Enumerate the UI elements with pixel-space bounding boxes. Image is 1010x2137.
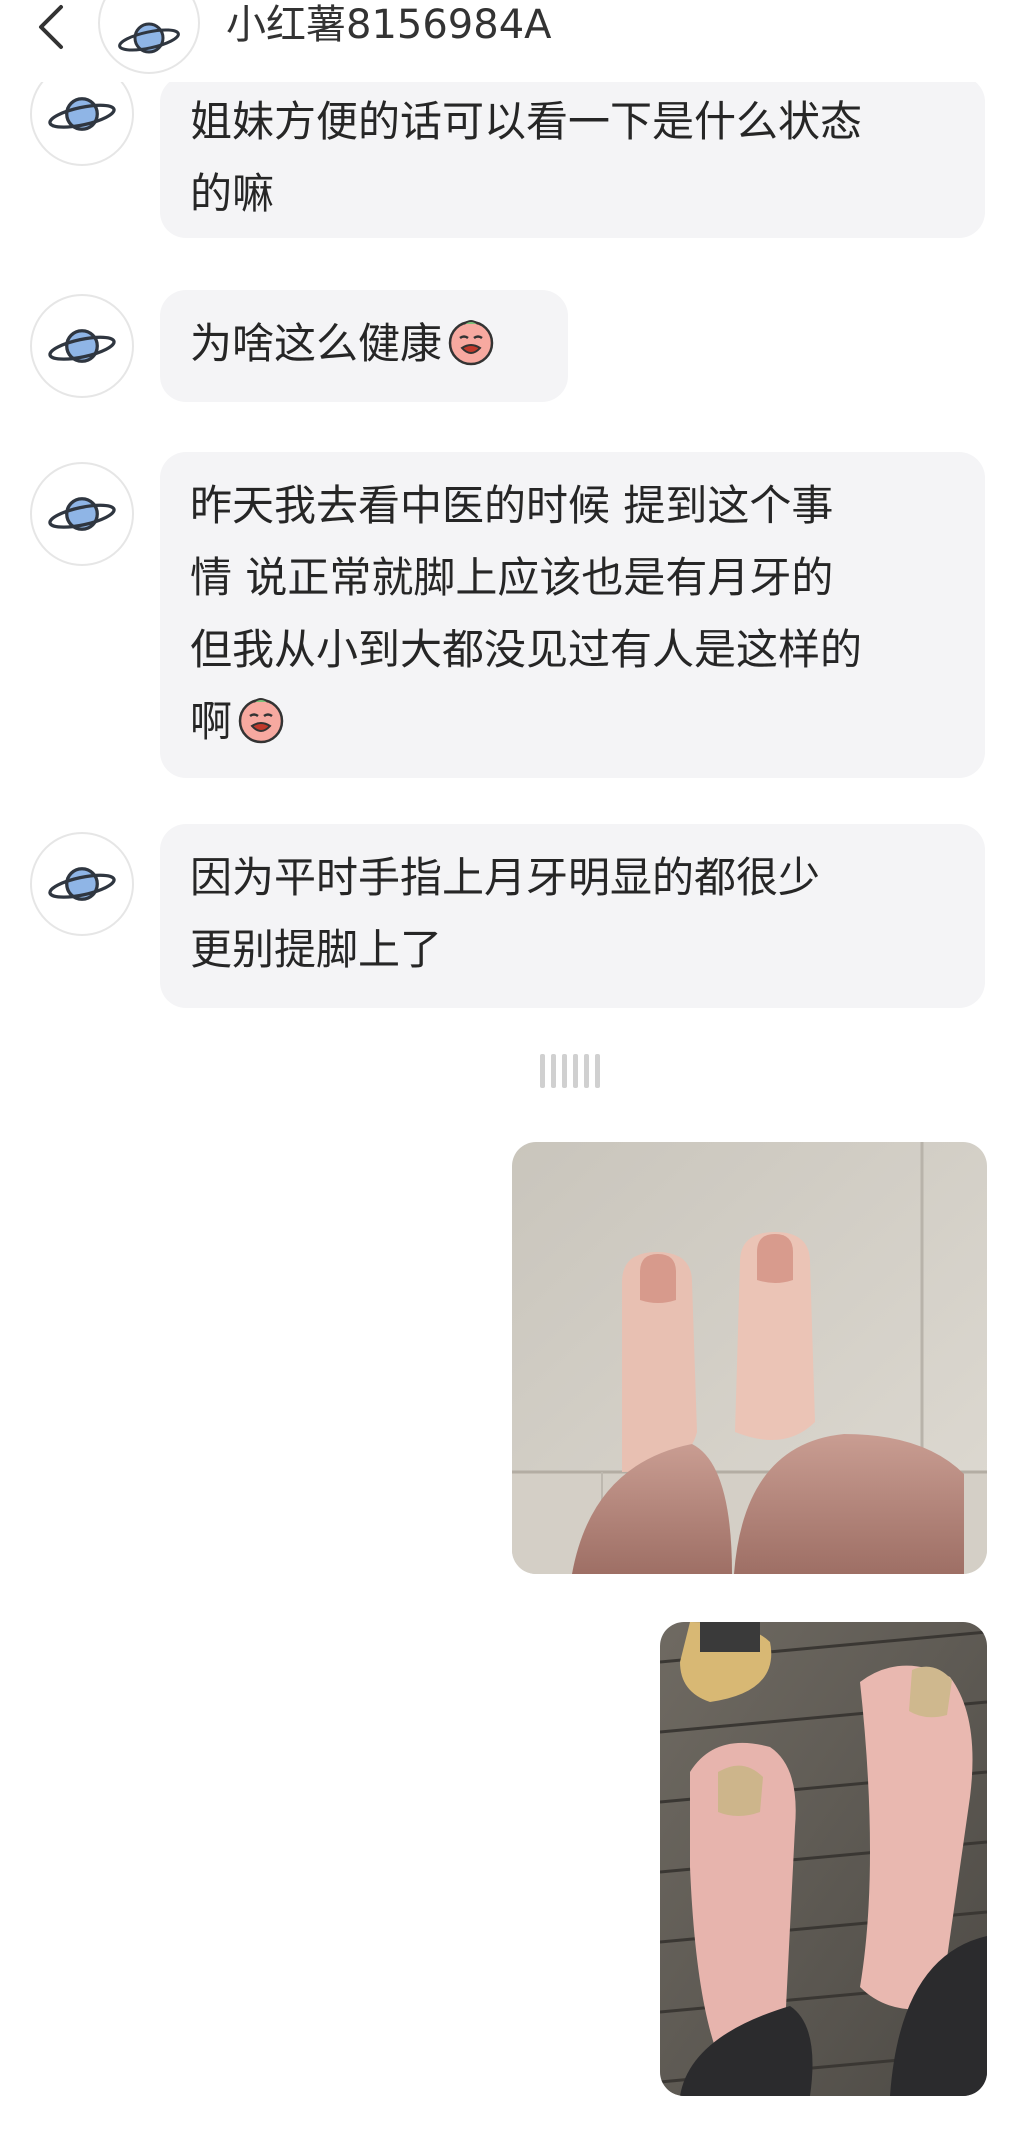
crying-face-icon [238, 698, 284, 744]
sender-avatar[interactable] [30, 462, 134, 566]
chevron-left-icon [39, 5, 63, 49]
message-text: 情 说正常就脚上应该也是有月牙的 [190, 553, 834, 602]
message-text: 更别提脚上了 [190, 925, 443, 974]
loading-indicator [540, 1054, 600, 1088]
planet-icon [48, 97, 116, 131]
planet-icon [48, 867, 116, 901]
photo-feet-on-tile-floor [512, 1142, 987, 1574]
message-text: 但我从小到大都没见过有人是这样的 [190, 625, 863, 674]
photo-message[interactable] [512, 1142, 987, 1574]
chat-header: 小红薯8156984A [0, 0, 1010, 82]
contact-avatar[interactable] [98, 0, 200, 74]
planet-icon [48, 497, 116, 531]
message-bubble[interactable]: 因为平时手指上月牙明显的都很少 更别提脚上了 [160, 824, 985, 1008]
message-bubble[interactable]: 昨天我去看中医的时候 提到这个事 情 说正常就脚上应该也是有月牙的 但我从小到大… [160, 452, 985, 778]
message-text: 为啥这么健康 [190, 308, 538, 380]
sender-avatar[interactable] [30, 294, 134, 398]
photo-message[interactable] [660, 1622, 987, 2096]
message-bubble[interactable]: 姐妹方便的话可以看一下是什么状态 的嘛 [160, 76, 985, 238]
message-text: 因为平时手指上月牙明显的都很少 [190, 853, 821, 902]
back-button[interactable] [26, 2, 76, 52]
message-text: 姐妹方便的话可以看一下是什么状态 [190, 97, 863, 146]
photo-feet-on-wooden-deck [660, 1622, 987, 2096]
message-text: 啊 [190, 686, 955, 758]
sender-avatar[interactable] [30, 832, 134, 936]
planet-icon [118, 22, 180, 54]
message-text: 的嘛 [190, 169, 275, 218]
planet-icon [48, 329, 116, 363]
message-bubble[interactable]: 为啥这么健康 [160, 290, 568, 402]
crying-face-icon [448, 320, 494, 366]
message-text: 昨天我去看中医的时候 提到这个事 [190, 481, 834, 530]
contact-name: 小红薯8156984A [226, 2, 552, 48]
